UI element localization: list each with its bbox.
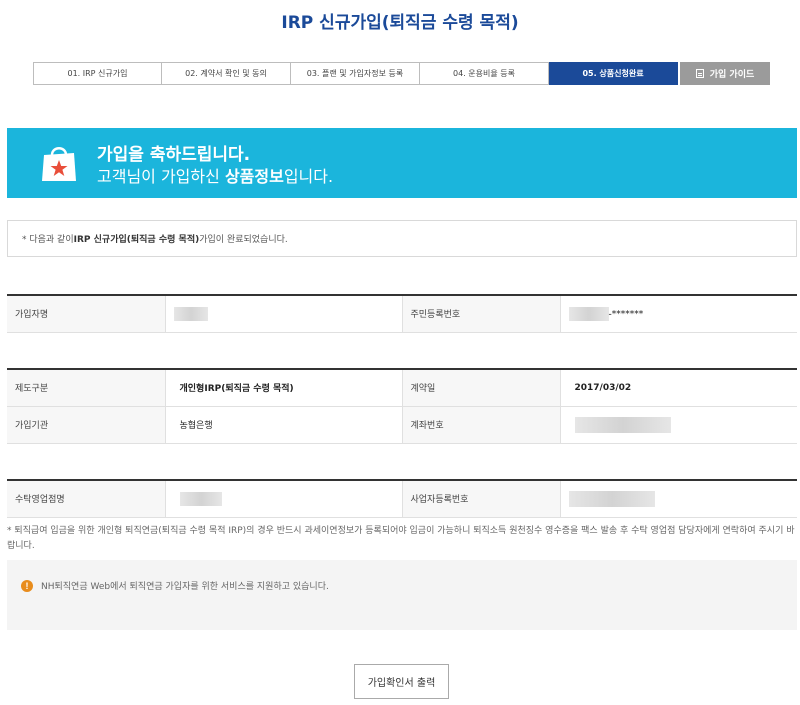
redacted-value <box>568 490 655 507</box>
info-panel: ! NH퇴직연금 Web에서 퇴직연금 가입자를 위한 서비스를 지원하고 있습… <box>7 560 797 630</box>
contract-date-value: 2017/03/02 <box>560 369 797 407</box>
shopping-bag-star-icon <box>42 147 76 181</box>
contract-info-table: 제도구분 개인형IRP(퇴직금 수령 목적) 계약일 2017/03/02 가입… <box>7 368 797 444</box>
account-number-label: 계좌번호 <box>402 406 561 444</box>
info-panel-text: NH퇴직연금 Web에서 퇴직연금 가입자를 위한 서비스를 지원하고 있습니다… <box>41 582 329 592</box>
table-row: 제도구분 개인형IRP(퇴직금 수령 목적) 계약일 2017/03/02 <box>7 369 797 407</box>
redacted-value <box>173 306 208 321</box>
signup-guide-button[interactable]: 가입 가이드 <box>680 62 770 85</box>
contract-date-label: 계약일 <box>402 369 561 407</box>
step-progress: 01. IRP 신규가입 02. 계약서 확인 및 동의 03. 플랜 및 가입… <box>33 62 678 85</box>
redacted-value <box>574 416 671 433</box>
step-5-current: 05. 상품신청완료 <box>549 62 678 85</box>
rrn-value: -******* <box>560 295 797 333</box>
rrn-label: 주민등록번호 <box>402 295 561 333</box>
completion-notice: * 다음과 같이 IRP 신규가입(퇴직금 수령 목적) 가입이 완료되었습니다… <box>7 220 797 257</box>
table-row: 가입기관 농협은행 계좌번호 <box>7 406 797 444</box>
plan-type-label: 제도구분 <box>7 369 166 407</box>
subscriber-info-table: 가입자명 주민등록번호 -******* <box>7 294 797 333</box>
print-certificate-button[interactable]: 가입확인서 출력 <box>354 664 449 699</box>
page-title: IRP 신규가입(퇴직금 수령 목적) <box>281 13 519 33</box>
branch-name-value <box>165 480 403 518</box>
institution-value: 농협은행 <box>165 406 403 444</box>
step-4: 04. 운용비율 등록 <box>420 62 549 85</box>
branch-info-table: 수탁영업점명 사업자등록번호 <box>7 479 797 518</box>
plan-type-value: 개인형IRP(퇴직금 수령 목적) <box>165 369 403 407</box>
business-number-value <box>560 480 797 518</box>
subscriber-name-value <box>165 295 403 333</box>
step-3: 03. 플랜 및 가입자정보 등록 <box>291 62 420 85</box>
business-number-label: 사업자등록번호 <box>402 480 561 518</box>
document-icon <box>695 69 704 78</box>
institution-label: 가입기관 <box>7 406 166 444</box>
footnote-text: * 퇴직급여 입금을 위한 개인형 퇴직연금(퇴직금 수령 목적 IRP)의 경… <box>7 526 795 551</box>
step-2: 02. 계약서 확인 및 동의 <box>162 62 291 85</box>
redacted-value <box>179 491 222 506</box>
banner-subtitle: 고객님이 가입하신 상품정보입니다. <box>97 167 334 186</box>
congratulations-banner: 가입을 축하드립니다. 고객님이 가입하신 상품정보입니다. <box>7 128 797 198</box>
redacted-value <box>568 306 609 321</box>
table-row: 수탁영업점명 사업자등록번호 <box>7 480 797 518</box>
signup-guide-label: 가입 가이드 <box>709 70 755 80</box>
step-1: 01. IRP 신규가입 <box>33 62 162 85</box>
table-row: 가입자명 주민등록번호 -******* <box>7 295 797 333</box>
branch-name-label: 수탁영업점명 <box>7 480 166 518</box>
account-number-value <box>560 406 797 444</box>
warning-icon: ! <box>21 580 33 592</box>
banner-title: 가입을 축하드립니다. <box>97 145 251 165</box>
subscriber-name-label: 가입자명 <box>7 295 166 333</box>
